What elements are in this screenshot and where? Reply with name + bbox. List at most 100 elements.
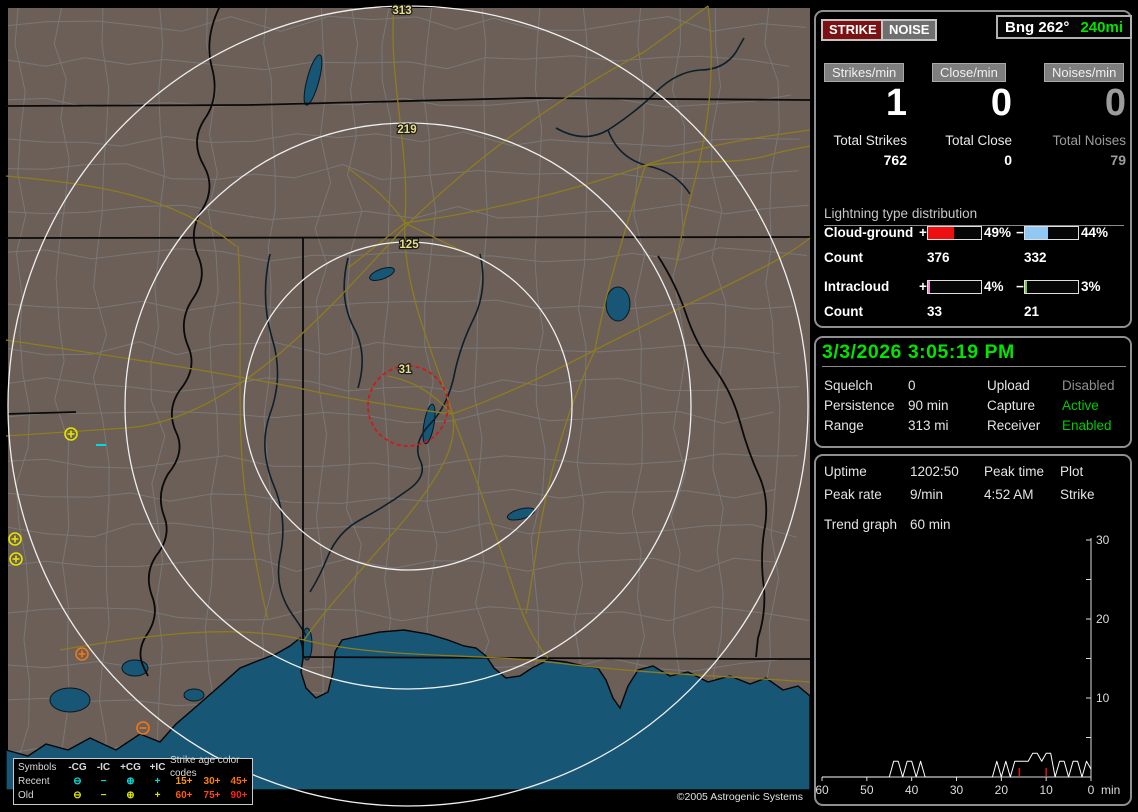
ic-minus-bar xyxy=(1024,280,1079,294)
legend-row-recent-label: Recent xyxy=(18,775,50,787)
age-90: 90+ xyxy=(230,789,248,801)
session-panel: Uptime 1202:50 Peak time Plot Peak rate … xyxy=(814,454,1132,806)
intracloud-row: Intracloud + 4% − 3% xyxy=(824,279,1128,295)
lake xyxy=(605,286,631,322)
cg-minus-pct: 44% xyxy=(1081,225,1109,240)
range-value: 313 mi xyxy=(908,418,949,433)
bearing-distance: 240mi xyxy=(1080,18,1123,36)
noises-per-min-chip: Noises/min xyxy=(1044,63,1125,82)
range-ring-label: 313 xyxy=(392,5,411,17)
range-ring-label: 125 xyxy=(399,239,419,251)
minus-cg-recent-icon: ⊖ xyxy=(73,775,82,787)
plus-ic-old-icon: + xyxy=(154,789,161,801)
cg-plus-pct: 49% xyxy=(984,225,1012,240)
minus-sign: − xyxy=(1016,225,1024,240)
range-ring-label: 219 xyxy=(397,124,416,136)
cloud-ground-count-row: Count 376 332 xyxy=(824,250,1128,266)
trend-y-tick-label: 10 xyxy=(1096,691,1110,705)
distribution-title: Lightning type distribution xyxy=(824,206,1124,226)
cloud-ground-row: Cloud-ground + 49% − 44% xyxy=(824,225,1128,241)
total-close-label: Total Close xyxy=(945,133,1012,148)
total-strikes-label: Total Strikes xyxy=(833,133,907,148)
trend-y-tick-label: 20 xyxy=(1096,612,1110,626)
legend-col-pic: +IC xyxy=(149,761,166,773)
trend-axes xyxy=(821,538,1092,781)
trend-y-tick-label: 30 xyxy=(1096,533,1110,547)
upload-value: Disabled xyxy=(1062,378,1115,393)
trend-x-tick-label: 0 xyxy=(1088,783,1095,797)
trend-x-tick-label: 40 xyxy=(905,783,919,797)
persistence-value: 90 min xyxy=(908,398,949,413)
noise-button[interactable]: NOISE xyxy=(881,19,938,41)
minus-cg-old-icon: ⊖ xyxy=(73,789,82,801)
total-close-value: 0 xyxy=(1004,152,1012,168)
plus-cg-recent-icon: ⊕ xyxy=(126,775,135,787)
legend-col-ncg: -CG xyxy=(68,761,87,773)
minus-ic-old-icon: − xyxy=(100,789,107,801)
legend-col-pcg: +CG xyxy=(120,761,141,773)
lake xyxy=(183,688,205,702)
trend-x-tick-label: 60 xyxy=(816,783,829,797)
uptime-label: Uptime xyxy=(824,464,867,479)
divider xyxy=(822,366,1126,367)
total-noises-label: Total Noises xyxy=(1052,133,1126,148)
legend-col-nic: -IC xyxy=(96,761,111,773)
upload-label: Upload xyxy=(987,378,1030,393)
trend-x-tick-label: 10 xyxy=(1039,783,1053,797)
range-label: Range xyxy=(824,418,864,433)
ic-plus-count: 33 xyxy=(927,304,943,319)
count-label: Count xyxy=(824,304,863,319)
range-ring-label: 31 xyxy=(399,364,412,376)
minus-ic-recent-icon: − xyxy=(100,775,107,787)
nexstorm-window: { "header": { "strike_button": "STRIKE",… xyxy=(0,0,1138,812)
cg-minus-bar xyxy=(1024,226,1079,240)
trend-x-tick-label: 50 xyxy=(860,783,874,797)
persistence-label: Persistence xyxy=(824,398,895,413)
age-15: 15+ xyxy=(175,775,193,787)
strikes-per-min-chip: Strikes/min xyxy=(824,63,905,82)
trend-x-axis-unit: min xyxy=(1101,783,1120,797)
age-30: 30+ xyxy=(203,775,221,787)
total-strikes-value: 762 xyxy=(883,152,907,168)
squelch-value: 0 xyxy=(908,378,916,393)
cg-minus-count: 332 xyxy=(1024,250,1047,265)
capture-label: Capture xyxy=(987,398,1036,413)
bearing-display: Bng 262° 240mi xyxy=(996,15,1132,39)
minus-sign: − xyxy=(1016,279,1024,294)
plus-sign: + xyxy=(919,225,927,240)
plot-value: Strike xyxy=(1060,487,1095,502)
stats-panel: STRIKE NOISE Bng 262° 240mi Strikes/min … xyxy=(814,10,1132,328)
receiver-label: Receiver xyxy=(987,418,1041,433)
lightning-map[interactable]: 313 219 125 31 xyxy=(5,4,811,807)
datetime-display: 3/3/2026 3:05:19 PM xyxy=(822,341,1015,363)
cg-plus-bar xyxy=(927,226,982,240)
status-panel: 3/3/2026 3:05:19 PM Squelch 0 Upload Dis… xyxy=(814,336,1132,448)
ic-plus-bar xyxy=(927,280,982,294)
bearing-value: Bng 262° xyxy=(1005,18,1070,36)
trend-graph-chart: 10 20 30 60 50 40 30 20 10 0 min xyxy=(816,533,1120,797)
legend-row-old-label: Old xyxy=(18,789,34,801)
count-label: Count xyxy=(824,250,863,265)
trend-x-tick-label: 30 xyxy=(950,783,964,797)
capture-value: Active xyxy=(1062,398,1099,413)
lake xyxy=(49,687,91,713)
ic-minus-pct: 3% xyxy=(1081,279,1101,294)
uptime-value: 1202:50 xyxy=(910,464,959,479)
close-per-min-chip: Close/min xyxy=(932,63,1006,82)
trend-x-tick-label: 20 xyxy=(995,783,1009,797)
trend-line xyxy=(822,752,1092,778)
age-45: 45+ xyxy=(230,775,248,787)
plus-sign: + xyxy=(919,279,927,294)
total-noises-value: 79 xyxy=(1110,152,1126,168)
ic-minus-count: 21 xyxy=(1024,304,1040,319)
intracloud-label: Intracloud xyxy=(824,279,890,294)
peak-time-label: Peak time xyxy=(984,464,1045,479)
age-60: 60+ xyxy=(175,789,193,801)
peak-time-value: 4:52 AM xyxy=(984,487,1034,502)
peak-rate-value: 9/min xyxy=(910,487,944,502)
plus-cg-old-icon: ⊕ xyxy=(126,789,135,801)
cloud-ground-label: Cloud-ground xyxy=(824,225,914,240)
close-per-min-value: 0 xyxy=(990,82,1012,124)
age-75: 75+ xyxy=(203,789,221,801)
strike-button[interactable]: STRIKE xyxy=(821,19,885,41)
